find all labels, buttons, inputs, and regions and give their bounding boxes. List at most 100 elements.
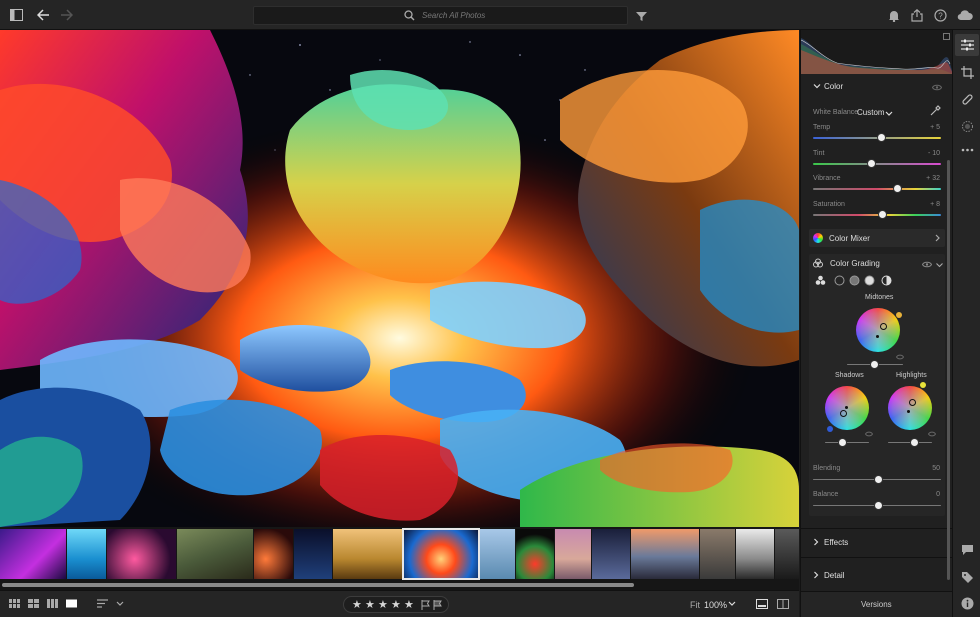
filmstrip-thumbnail[interactable] [0,529,66,579]
help-icon[interactable]: ? [932,7,948,23]
filmstrip-thumbnail[interactable] [254,529,293,579]
vibrance-slider-track[interactable] [813,188,941,190]
star-4[interactable]: ★ [391,598,401,611]
shadows-hue-dot[interactable] [827,426,833,432]
balance-value[interactable]: 0 [936,491,940,498]
filmstrip-thumbnail[interactable] [333,529,402,579]
filmstrip-thumbnail[interactable] [775,529,799,579]
tint-slider-track[interactable] [813,163,941,165]
flag-reject-icon[interactable] [433,600,442,613]
filmstrip-thumbnail[interactable] [700,529,735,579]
star-3[interactable]: ★ [378,598,388,611]
healing-bandage-icon[interactable] [960,92,974,106]
global-view-icon[interactable] [881,275,892,289]
zoom-level[interactable]: 100% [704,600,727,610]
filmstrip-thumbnail[interactable] [177,529,253,579]
tint-value[interactable]: - 10 [928,150,940,157]
grid-small-view-icon[interactable] [9,599,21,610]
more-options-icon[interactable] [960,143,974,157]
masking-icon[interactable] [960,119,974,133]
midtones-luminance-thumb[interactable] [870,360,879,369]
shadows-luminance-thumb[interactable] [838,438,847,447]
star-5[interactable]: ★ [404,598,414,611]
versions-bar[interactable]: Versions [801,591,953,617]
rating-stars[interactable]: ★ ★ ★ ★ ★ [343,596,449,613]
search-input[interactable]: Search All Photos [253,6,628,25]
effects-section-header[interactable]: Effects [801,532,953,554]
flag-pick-icon[interactable] [421,600,430,613]
comment-icon[interactable] [960,543,974,557]
filmstrip-thumbnail[interactable] [631,529,699,579]
chevron-down-icon[interactable] [936,260,943,271]
saturation-value[interactable]: + 8 [930,201,940,208]
filmstrip-thumbnail[interactable] [480,529,515,579]
star-1[interactable]: ★ [352,598,362,611]
midtones-view-icon[interactable] [849,275,860,289]
bell-icon[interactable] [886,7,902,23]
filmstrip-thumbnail-selected[interactable] [402,528,480,580]
zoom-chevron-icon[interactable] [728,599,740,610]
balance-slider-thumb[interactable] [874,501,883,510]
filmstrip-thumbnail[interactable] [592,529,630,579]
midtones-color-wheel[interactable] [856,308,900,352]
crop-icon[interactable] [960,65,974,79]
filmstrip-thumbnail[interactable] [67,529,106,579]
filmstrip-thumbnail[interactable] [516,529,554,579]
grid-large-view-icon[interactable] [28,599,40,610]
highlights-hue-dot[interactable] [920,382,926,388]
eye-icon[interactable] [931,83,943,94]
filmstrip-thumbnail[interactable] [294,529,332,579]
white-balance-select[interactable]: Custom [857,108,885,117]
fit-label[interactable]: Fit [690,600,700,610]
saturation-slider-thumb[interactable] [878,210,887,219]
filmstrip-toggle-icon[interactable] [756,599,768,610]
shadows-luminance-slider[interactable] [825,442,869,443]
sort-chevron-icon[interactable] [116,599,128,610]
highlights-view-icon[interactable] [864,275,875,289]
highlights-color-wheel[interactable] [888,386,932,430]
temp-slider-thumb[interactable] [877,133,886,142]
share-icon[interactable] [909,7,925,23]
square-grid-view-icon[interactable] [47,599,59,610]
back-arrow-icon[interactable] [35,7,51,23]
highlights-luminance-thumb[interactable] [910,438,919,447]
panel-scrollbar[interactable] [947,160,950,580]
temp-value[interactable]: + 5 [930,124,940,131]
color-section-header[interactable]: Color [801,76,953,98]
main-photo[interactable] [0,30,799,527]
eye-icon[interactable] [927,429,937,440]
forward-arrow-icon[interactable] [58,7,74,23]
edit-sliders-icon[interactable] [960,38,974,52]
highlights-wheel-handle[interactable] [909,399,916,406]
midtones-hue-dot[interactable] [896,312,902,318]
filmstrip-thumbnail[interactable] [555,529,591,579]
tint-slider-thumb[interactable] [867,159,876,168]
keyword-tag-icon[interactable] [960,570,974,584]
filter-icon[interactable] [633,8,649,24]
blending-slider-thumb[interactable] [874,475,883,484]
filmstrip-thumbnail[interactable] [107,529,176,579]
panel-toggle-icon[interactable] [8,7,24,23]
filmstrip-scrollbar[interactable] [2,583,634,587]
midtones-wheel-handle[interactable] [880,323,887,330]
vibrance-slider-thumb[interactable] [893,184,902,193]
sort-icon[interactable] [97,599,109,610]
saturation-slider-track[interactable] [813,214,941,216]
shadows-color-wheel[interactable] [825,386,869,430]
info-icon[interactable] [960,596,974,610]
vibrance-value[interactable]: + 32 [926,175,940,182]
compare-view-icon[interactable] [777,599,789,610]
shadows-view-icon[interactable] [834,275,845,289]
detail-view-icon[interactable] [66,599,78,610]
blending-value[interactable]: 50 [932,465,940,472]
clipping-indicator-icon[interactable] [943,33,950,40]
filmstrip-thumbnail[interactable] [736,529,774,579]
cloud-icon[interactable] [957,7,973,23]
chevron-down-icon[interactable] [885,109,893,120]
eye-icon[interactable] [895,352,905,363]
eye-icon[interactable] [921,260,933,271]
shadows-wheel-handle[interactable] [840,410,847,417]
star-2[interactable]: ★ [365,598,375,611]
detail-section-header[interactable]: Detail [801,565,953,587]
color-mixer-header[interactable]: Color Mixer [809,229,945,247]
